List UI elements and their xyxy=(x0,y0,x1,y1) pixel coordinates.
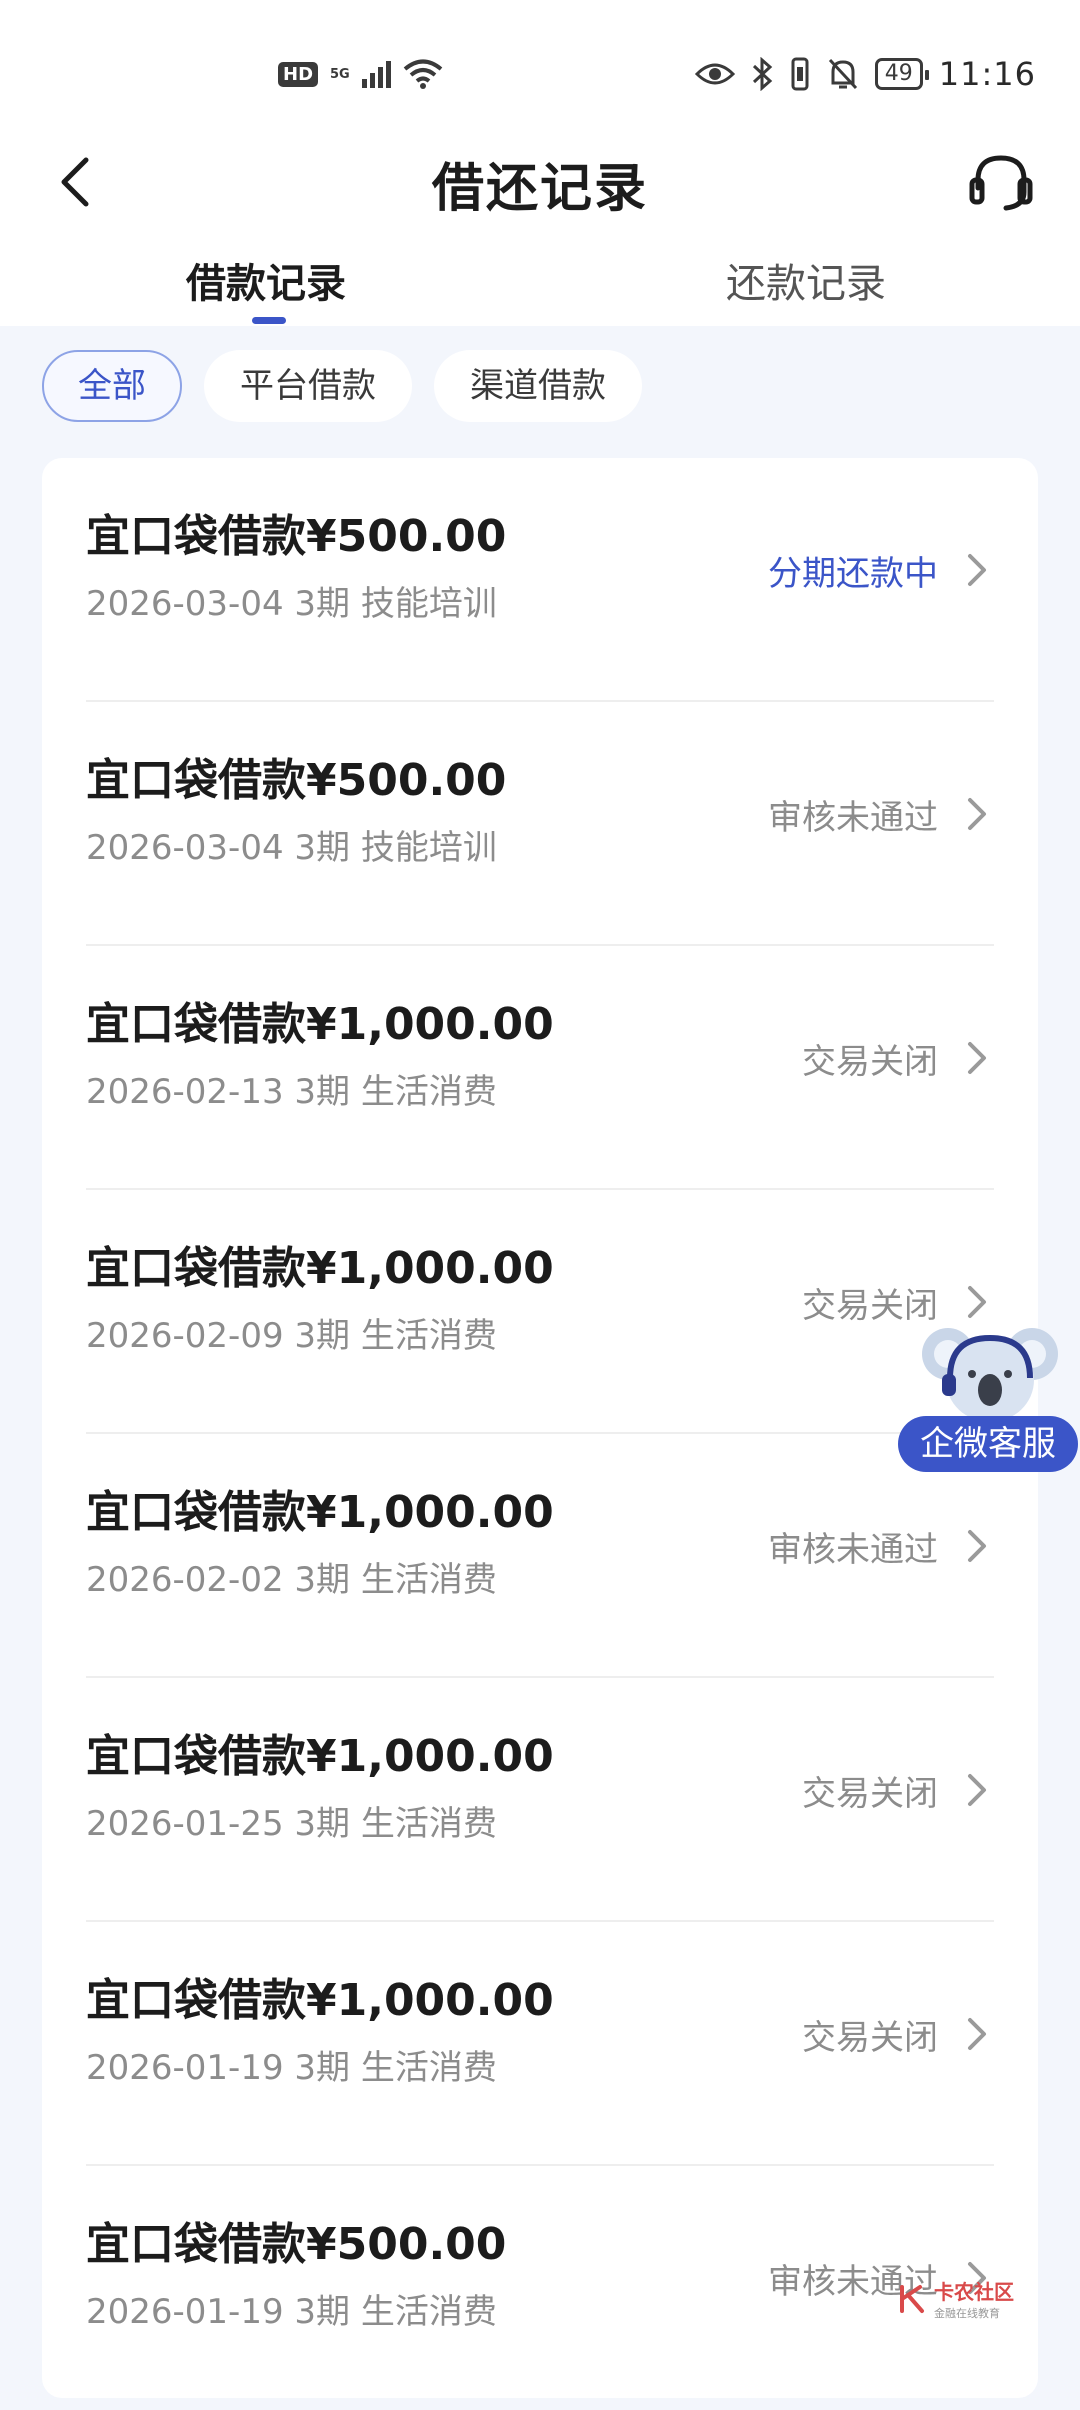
list-item[interactable]: 宜口袋借款¥500.00 2026-03-04 3期 技能培训 审核未通过 xyxy=(42,702,1038,946)
bluetooth-icon xyxy=(752,57,773,91)
nav-header: 借还记录 xyxy=(0,130,1080,235)
chevron-right-icon xyxy=(968,554,986,586)
loan-amount: 宜口袋借款¥500.00 xyxy=(86,2219,507,2270)
loan-status: 审核未通过 xyxy=(768,1530,938,1570)
list-item[interactable]: 宜口袋借款¥1,000.00 2026-02-13 3期 生活消费 交易关闭 xyxy=(42,946,1038,1190)
floating-service-button[interactable]: 企微客服 xyxy=(898,1318,1080,1478)
list-item[interactable]: 宜口袋借款¥500.00 2026-01-19 3期 生活消费 审核未通过 xyxy=(42,2166,1038,2410)
filter-chips: 全部 平台借款 渠道借款 xyxy=(42,350,642,424)
koala-mascot-icon xyxy=(922,1328,1058,1422)
loan-meta: 2026-02-13 3期 生活消费 xyxy=(86,1072,497,1112)
chevron-right-icon xyxy=(968,1286,986,1318)
loan-meta: 2026-01-25 3期 生活消费 xyxy=(86,1804,497,1844)
loan-status: 审核未通过 xyxy=(768,798,938,838)
headset-icon[interactable] xyxy=(966,150,1036,220)
status-bar: HD 5G 49 11:16 xyxy=(0,0,1080,150)
network-label: 5G xyxy=(330,66,350,82)
chevron-right-icon xyxy=(968,798,986,830)
wifi-icon xyxy=(403,59,443,89)
loan-amount: 宜口袋借款¥1,000.00 xyxy=(86,999,554,1050)
active-tab-indicator xyxy=(252,317,286,324)
filter-all[interactable]: 全部 xyxy=(42,350,182,422)
page-title: 借还记录 xyxy=(431,159,648,219)
signal-icon xyxy=(361,60,391,88)
loan-meta: 2026-01-19 3期 生活消费 xyxy=(86,2048,497,2088)
hd-badge: HD xyxy=(278,61,319,87)
loan-amount: 宜口袋借款¥1,000.00 xyxy=(86,1975,554,2026)
loan-amount: 宜口袋借款¥1,000.00 xyxy=(86,1731,554,1782)
tab-repay-records[interactable]: 还款记录 xyxy=(726,251,886,309)
top-panel: HD 5G 49 11:16 借还记录 借款记录 还款记录 xyxy=(0,0,1080,326)
loan-status: 交易关闭 xyxy=(802,2018,938,2058)
list-item[interactable]: 宜口袋借款¥1,000.00 2026-02-09 3期 生活消费 交易关闭 xyxy=(42,1190,1038,1434)
status-left: HD 5G xyxy=(278,56,443,92)
loan-amount: 宜口袋借款¥1,000.00 xyxy=(86,1487,554,1538)
filter-channel[interactable]: 渠道借款 xyxy=(434,350,642,422)
loan-status: 交易关闭 xyxy=(802,1774,938,1814)
loan-meta: 2026-03-04 3期 技能培训 xyxy=(86,828,497,868)
list-item[interactable]: 宜口袋借款¥1,000.00 2026-01-19 3期 生活消费 交易关闭 xyxy=(42,1922,1038,2166)
watermark-logo-icon xyxy=(900,2284,924,2313)
status-right: 49 11:16 xyxy=(694,50,1036,98)
watermark-text: 卡农社区 金融在线教育 xyxy=(934,2276,1014,2321)
record-tabs: 借款记录 还款记录 xyxy=(0,245,1080,326)
list-item[interactable]: 宜口袋借款¥1,000.00 2026-01-25 3期 生活消费 交易关闭 xyxy=(42,1678,1038,1922)
mute-icon xyxy=(828,58,857,90)
watermark-sub: 金融在线教育 xyxy=(934,2307,1000,2320)
loan-amount: 宜口袋借款¥500.00 xyxy=(86,755,507,806)
list-item[interactable]: 宜口袋借款¥1,000.00 2026-02-02 3期 生活消费 审核未通过 xyxy=(42,1434,1038,1678)
watermark: 卡农社区 金融在线教育 xyxy=(896,2276,1014,2321)
loan-amount: 宜口袋借款¥1,000.00 xyxy=(86,1243,554,1294)
chevron-right-icon xyxy=(968,1042,986,1074)
tab-borrow-records[interactable]: 借款记录 xyxy=(186,251,346,309)
loan-status: 交易关闭 xyxy=(802,1042,938,1082)
battery-icon: 49 xyxy=(874,58,929,90)
watermark-main: 卡农社区 xyxy=(934,2280,1014,2304)
loan-meta: 2026-02-09 3期 生活消费 xyxy=(86,1316,497,1356)
list-item[interactable]: 宜口袋借款¥500.00 2026-03-04 3期 技能培训 分期还款中 xyxy=(42,458,1038,702)
clock: 11:16 xyxy=(938,55,1036,93)
loan-meta: 2026-01-19 3期 生活消费 xyxy=(86,2292,497,2332)
chevron-right-icon xyxy=(968,1774,986,1806)
loan-meta: 2026-03-04 3期 技能培训 xyxy=(86,584,497,624)
loan-meta: 2026-02-02 3期 生活消费 xyxy=(86,1560,497,1600)
chevron-right-icon xyxy=(968,1530,986,1562)
loan-status: 分期还款中 xyxy=(768,554,938,594)
filter-platform[interactable]: 平台借款 xyxy=(204,350,412,422)
eye-icon xyxy=(694,63,735,85)
floating-service-label: 企微客服 xyxy=(898,1416,1078,1472)
vibrate-icon xyxy=(791,57,809,91)
records-list: 宜口袋借款¥500.00 2026-03-04 3期 技能培训 分期还款中 宜口… xyxy=(42,458,1038,2398)
loan-amount: 宜口袋借款¥500.00 xyxy=(86,511,507,562)
chevron-right-icon xyxy=(968,2018,986,2050)
